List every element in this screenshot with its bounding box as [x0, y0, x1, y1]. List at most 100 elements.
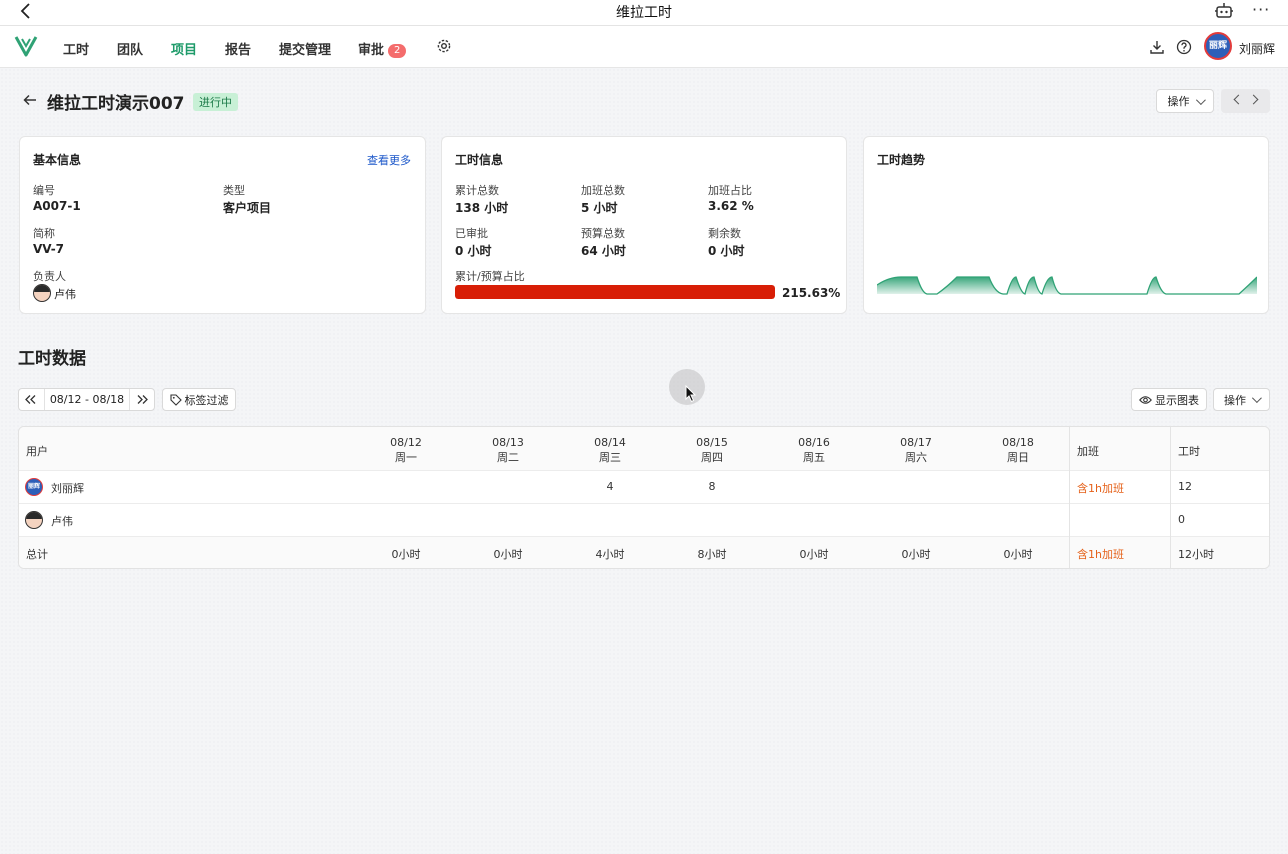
- total-cell: 0小时: [901, 548, 931, 561]
- avatar: 丽辉: [25, 478, 43, 496]
- mouse-cursor-icon: [685, 385, 697, 403]
- overtime-column-header: 加班: [1077, 445, 1099, 458]
- remaining-value: 0 小时: [708, 244, 745, 258]
- double-chevron-right-icon[interactable]: [130, 389, 154, 410]
- card-title: 工时趋势: [877, 153, 926, 167]
- section-title: 工时数据: [18, 349, 86, 369]
- robot-icon[interactable]: [1214, 2, 1234, 20]
- hours-trend-card: 工时趋势: [863, 136, 1269, 314]
- eye-icon: [1139, 395, 1152, 404]
- day-header: 08/13 周二: [468, 436, 548, 465]
- overtime-cell: 含1h加班: [1077, 482, 1124, 495]
- approved-value: 0 小时: [455, 244, 492, 258]
- owner-value: 卢伟: [54, 288, 76, 301]
- action-dropdown-button[interactable]: 操作: [1156, 89, 1214, 113]
- column-divider: [1170, 427, 1171, 568]
- hours-cell: 4: [606, 480, 614, 493]
- data-action-dropdown-button[interactable]: 操作: [1213, 388, 1270, 411]
- budget-progress-bar: [455, 285, 775, 299]
- data-action-label: 操作: [1224, 393, 1246, 407]
- card-title: 工时信息: [455, 153, 504, 167]
- project-pager: [1221, 89, 1270, 113]
- page-title: 维拉工时演示007: [47, 94, 185, 114]
- day-weekday: 周一: [395, 451, 417, 464]
- nav-item-reports[interactable]: 报告: [225, 39, 251, 58]
- avatar: [25, 511, 43, 529]
- hours-table: 用户 08/12 周一 08/13 周二 08/14 周三 08/15 周四 08/16…: [18, 426, 1270, 569]
- more-icon[interactable]: ···: [1252, 0, 1270, 19]
- approval-badge: 2: [388, 44, 407, 58]
- total-overtime-cell: 含1h加班: [1077, 548, 1124, 561]
- grand-total-cell: 12小时: [1178, 548, 1214, 561]
- day-weekday: 周日: [1007, 451, 1029, 464]
- total-label: 总计: [26, 548, 48, 561]
- hours-column-header: 工时: [1178, 445, 1200, 458]
- nav-item-hours[interactable]: 工时: [63, 39, 89, 58]
- owner-label: 负责人: [33, 270, 66, 283]
- progress-label: 累计/预算占比: [455, 270, 525, 283]
- day-weekday: 周六: [905, 451, 927, 464]
- day-date: 08/12: [390, 436, 422, 449]
- budget-value: 64 小时: [581, 244, 626, 258]
- avatar[interactable]: 丽辉: [1204, 32, 1232, 60]
- date-range-picker: 08/12 - 08/18: [18, 388, 155, 411]
- logo-icon: [14, 36, 38, 57]
- day-weekday: 周三: [599, 451, 621, 464]
- day-header: 08/18 周日: [978, 436, 1058, 465]
- nav-item-team[interactable]: 团队: [117, 39, 143, 58]
- total-hours-cell: 0: [1178, 513, 1185, 526]
- gear-icon[interactable]: [436, 38, 452, 54]
- progress-value: 215.63%: [782, 286, 841, 300]
- nav-bar: 工时 团队 项目 报告 提交管理 审批 2 丽辉 刘丽辉: [0, 26, 1288, 68]
- overtime-label: 加班总数: [581, 184, 625, 197]
- type-label: 类型: [223, 184, 245, 197]
- total-cell: 0小时: [391, 548, 421, 561]
- budget-label: 预算总数: [581, 227, 625, 240]
- show-chart-label: 显示图表: [1155, 393, 1199, 407]
- overtime-ratio-label: 加班占比: [708, 184, 752, 197]
- tag-filter-label: 标签过滤: [184, 393, 229, 407]
- nav-item-submissions[interactable]: 提交管理: [279, 39, 331, 58]
- table-total-row: 总计 0小时 0小时 4小时 8小时 0小时 0小时 0小时 含1h加班 12小…: [19, 537, 1269, 568]
- nav-item-approval[interactable]: 审批 2: [358, 39, 407, 58]
- nav-item-projects[interactable]: 项目: [171, 39, 197, 58]
- show-chart-button[interactable]: 显示图表: [1131, 388, 1207, 411]
- user-column-header: 用户: [26, 445, 48, 458]
- chevron-left-icon[interactable]: [1233, 94, 1244, 105]
- user-name[interactable]: 刘丽辉: [1239, 40, 1275, 57]
- download-icon[interactable]: [1149, 39, 1165, 55]
- table-row[interactable]: 丽辉 刘丽辉 4 8 含1h加班 12: [19, 471, 1269, 504]
- day-header: 08/16 周五: [774, 436, 854, 465]
- total-cell: 0小时: [799, 548, 829, 561]
- day-header: 08/14 周三: [570, 436, 650, 465]
- basic-info-card: 基本信息 查看更多 编号 A007-1 类型 客户项目 简称 VV-7 负责人 …: [19, 136, 426, 314]
- help-icon[interactable]: [1176, 39, 1192, 55]
- day-weekday: 周四: [701, 451, 723, 464]
- app-title: 维拉工时: [616, 5, 672, 21]
- chevron-down-icon: [1195, 94, 1206, 105]
- table-header-row: 用户 08/12 周一 08/13 周二 08/14 周三 08/15 周四 08/16…: [19, 427, 1269, 471]
- remaining-label: 剩余数: [708, 227, 741, 240]
- short-name-label: 简称: [33, 227, 55, 240]
- arrow-left-icon[interactable]: [22, 92, 38, 108]
- view-more-link[interactable]: 查看更多: [367, 152, 411, 168]
- day-header: 08/12 周一: [366, 436, 446, 465]
- table-row[interactable]: 卢伟 0: [19, 504, 1269, 537]
- date-range-label[interactable]: 08/12 - 08/18: [44, 389, 130, 410]
- title-bar: 维拉工时 ···: [0, 0, 1288, 26]
- trend-sparkline: [877, 276, 1257, 295]
- avatar: [33, 284, 51, 302]
- double-chevron-left-icon[interactable]: [19, 389, 43, 410]
- tag-filter-button[interactable]: 标签过滤: [162, 388, 236, 411]
- column-divider: [1069, 427, 1070, 568]
- hours-cell: 8: [708, 480, 716, 493]
- chevron-right-icon[interactable]: [1248, 94, 1259, 105]
- user-name-cell: 卢伟: [51, 515, 73, 528]
- day-date: 08/15: [696, 436, 728, 449]
- day-date: 08/14: [594, 436, 626, 449]
- day-header: 08/15 周四: [672, 436, 752, 465]
- approved-label: 已审批: [455, 227, 488, 240]
- code-value: A007-1: [33, 199, 81, 213]
- total-cell: 8小时: [697, 548, 727, 561]
- hours-info-card: 工时信息 累计总数 138 小时 加班总数 5 小时 加班占比 3.62 % 已…: [441, 136, 847, 314]
